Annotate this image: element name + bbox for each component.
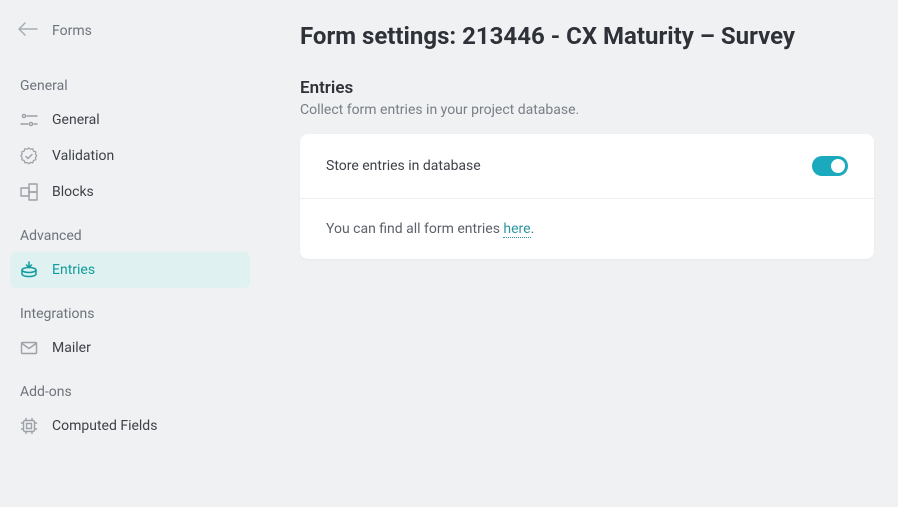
badge-check-icon <box>20 147 38 165</box>
sidebar-item-label: Entries <box>52 262 95 278</box>
entries-heading: Entries <box>300 78 874 98</box>
sidebar-item-entries[interactable]: Entries <box>10 252 250 288</box>
entries-info-row: You can find all form entries here. <box>300 198 874 259</box>
entries-description: Collect form entries in your project dat… <box>300 102 874 118</box>
sidebar-item-general[interactable]: General <box>10 102 250 138</box>
entries-here-link[interactable]: here <box>503 221 530 238</box>
main-content: Form settings: 213446 - CX Maturity – Su… <box>260 0 898 507</box>
sidebar: Forms General General Validation Blocks … <box>0 0 260 507</box>
sidebar-item-computed-fields[interactable]: Computed Fields <box>10 408 250 444</box>
section-label-advanced: Advanced <box>10 218 250 252</box>
entries-info-text: You can find all form entries here. <box>326 221 534 237</box>
section-label-addons: Add-ons <box>10 374 250 408</box>
entries-card: Store entries in database You can find a… <box>300 134 874 259</box>
section-label-general: General <box>10 68 250 102</box>
store-entries-label: Store entries in database <box>326 158 481 174</box>
sidebar-item-label: Validation <box>52 148 114 164</box>
database-download-icon <box>20 261 38 279</box>
store-entries-toggle[interactable] <box>812 156 848 176</box>
store-entries-row: Store entries in database <box>300 134 874 198</box>
arrow-left-icon <box>18 22 38 40</box>
cpu-icon <box>20 417 38 435</box>
sliders-icon <box>20 111 38 129</box>
sidebar-item-label: Blocks <box>52 184 94 200</box>
sidebar-item-label: Computed Fields <box>52 418 157 434</box>
mail-icon <box>20 339 38 357</box>
page-title: Form settings: 213446 - CX Maturity – Su… <box>300 22 874 50</box>
sidebar-item-validation[interactable]: Validation <box>10 138 250 174</box>
sidebar-item-label: Mailer <box>52 340 91 356</box>
back-label: Forms <box>52 23 92 39</box>
entries-info-prefix: You can find all form entries <box>326 221 503 237</box>
blocks-icon <box>20 183 38 201</box>
sidebar-item-blocks[interactable]: Blocks <box>10 174 250 210</box>
sidebar-item-mailer[interactable]: Mailer <box>10 330 250 366</box>
back-to-forms-link[interactable]: Forms <box>10 22 250 60</box>
sidebar-item-label: General <box>52 112 100 128</box>
section-label-integrations: Integrations <box>10 296 250 330</box>
entries-info-suffix: . <box>531 221 535 237</box>
